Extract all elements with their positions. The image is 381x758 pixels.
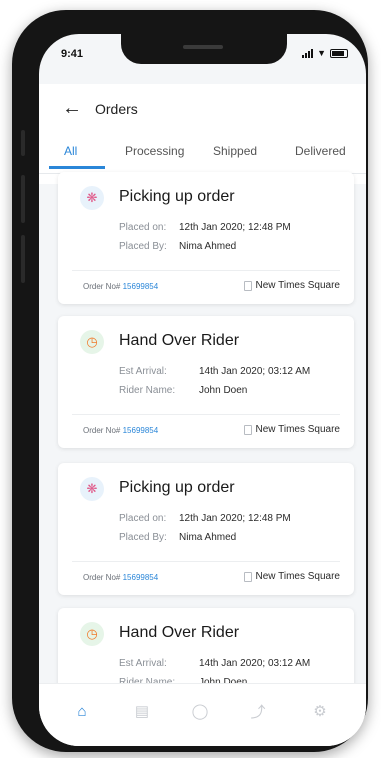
loader-icon: ❋ — [80, 186, 104, 210]
store-icon — [243, 571, 252, 582]
rider-name-label: Rider Name: — [119, 385, 176, 396]
order-number-link[interactable]: 15699854 — [123, 573, 159, 582]
order-card[interactable]: ❋ Picking up order Placed on: 12th Jan 2… — [58, 172, 354, 304]
tab-bar: All Processing Shipped Delivered — [39, 140, 366, 174]
app-header: ← Orders All Processing Shipped Delivere… — [39, 84, 366, 184]
order-number: Order No# 15699854 — [83, 573, 159, 582]
tab-all[interactable]: All — [64, 144, 77, 158]
placed-by-value: Nima Ahmed — [179, 241, 237, 252]
volume-up-button — [21, 175, 25, 223]
store-icon — [243, 280, 252, 291]
status-time: 9:41 — [61, 48, 84, 60]
order-status-title: Hand Over Rider — [119, 332, 240, 349]
order-status-title: Hand Over Rider — [119, 624, 240, 641]
tab-shipped[interactable]: Shipped — [213, 144, 257, 158]
est-arrival-value: 14th Jan 2020; 03:12 AM — [199, 658, 311, 669]
clipboard-icon[interactable]: ▤ — [131, 700, 153, 722]
card-divider — [72, 561, 340, 562]
phone-frame: 9:41 ▼ ← Orders All Processing Shipped D… — [12, 10, 368, 752]
placed-on-value: 12th Jan 2020; 12:48 PM — [179, 222, 291, 233]
battery-icon — [330, 48, 348, 58]
loader-icon: ❋ — [80, 477, 104, 501]
placed-on-value: 12th Jan 2020; 12:48 PM — [179, 513, 291, 524]
card-divider — [72, 270, 340, 271]
rider-name-value: John Doen — [199, 385, 248, 396]
order-number-link[interactable]: 15699854 — [123, 426, 159, 435]
order-number: Order No# 15699854 — [83, 426, 159, 435]
tab-delivered[interactable]: Delivered — [295, 144, 346, 158]
order-card[interactable]: ❋ Picking up order Placed on: 12th Jan 2… — [58, 463, 354, 595]
est-arrival-label: Est Arrival: — [119, 658, 167, 669]
back-arrow-icon[interactable]: ← — [62, 98, 82, 118]
chat-icon[interactable]: ◯ — [189, 700, 211, 722]
order-status-title: Picking up order — [119, 188, 235, 205]
route-icon[interactable]: ⤴ — [247, 700, 269, 722]
order-number: Order No# 15699854 — [83, 282, 159, 291]
timer-icon: ◷ — [80, 622, 104, 646]
est-arrival-value: 14th Jan 2020; 03:12 AM — [199, 366, 311, 377]
page-title: Orders — [95, 101, 138, 117]
signal-icon — [302, 48, 314, 58]
store-location: New Times Square — [243, 571, 340, 582]
screen: 9:41 ▼ ← Orders All Processing Shipped D… — [39, 34, 366, 746]
status-icons: ▼ — [302, 48, 348, 58]
placed-on-label: Placed on: — [119, 222, 167, 233]
gear-icon[interactable]: ⚙ — [309, 700, 331, 722]
order-number-link[interactable]: 15699854 — [123, 282, 159, 291]
placed-by-label: Placed By: — [119, 532, 167, 543]
wifi-icon: ▼ — [317, 48, 326, 58]
order-card[interactable]: ◷ Hand Over Rider Est Arrival: 14th Jan … — [58, 316, 354, 448]
home-icon[interactable]: ⌂ — [71, 700, 93, 722]
store-location: New Times Square — [243, 424, 340, 435]
notch — [121, 34, 287, 64]
placed-on-label: Placed on: — [119, 513, 167, 524]
active-tab-indicator — [49, 166, 105, 169]
volume-down-button — [21, 235, 25, 283]
card-divider — [72, 414, 340, 415]
order-status-title: Picking up order — [119, 479, 235, 496]
tab-processing[interactable]: Processing — [125, 144, 184, 158]
timer-icon: ◷ — [80, 330, 104, 354]
bottom-nav: ⌂ ▤ ◯ ⤴ ⚙ — [39, 683, 366, 746]
store-icon — [243, 424, 252, 435]
est-arrival-label: Est Arrival: — [119, 366, 167, 377]
placed-by-value: Nima Ahmed — [179, 532, 237, 543]
placed-by-label: Placed By: — [119, 241, 167, 252]
mute-switch — [21, 130, 25, 156]
store-location: New Times Square — [243, 280, 340, 291]
